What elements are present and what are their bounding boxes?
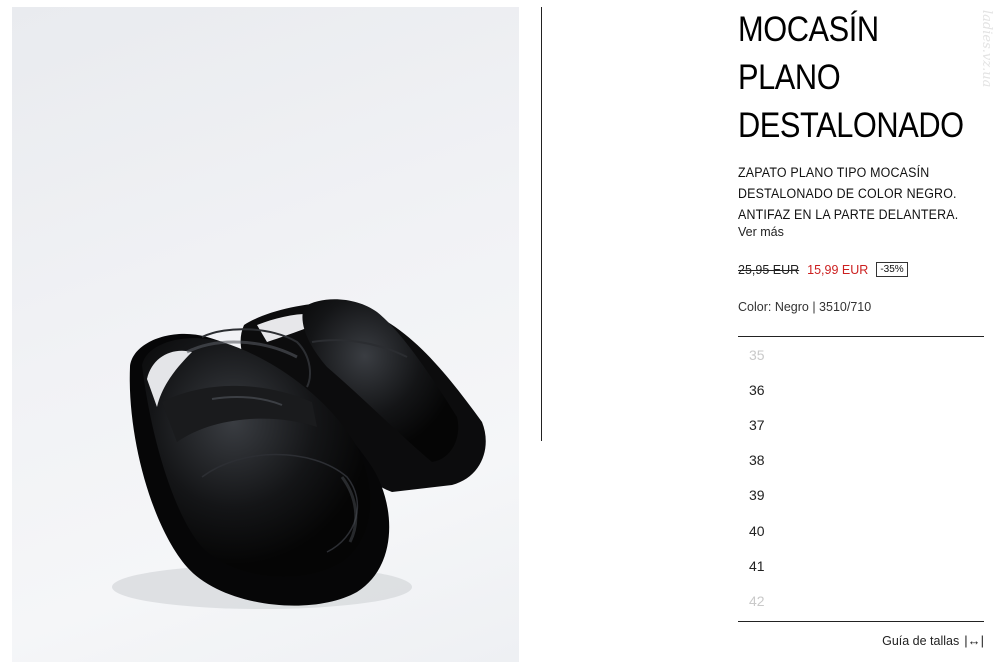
size-option[interactable]: 41 [749,558,765,574]
description-line: ZAPATO PLANO TIPO MOCASÍN [738,165,930,180]
size-selector: 35 36 37 38 39 40 41 42 [738,336,984,622]
description-line: ANTIFAZ EN LA PARTE DELANTERA. [738,207,959,222]
product-photo[interactable] [12,7,519,662]
original-price: 25,95 EUR [738,262,800,277]
discount-badge: -35% [876,262,908,277]
resize-horizontal-icon: |↔| [964,633,984,648]
vertical-divider [541,7,542,441]
color-reference: Color: Negro | 3510/710 [738,300,872,314]
size-guide-label: Guía de tallas [882,633,960,648]
see-more-link[interactable]: Ver más [738,225,784,239]
size-option[interactable]: 35 [749,347,765,363]
product-title-line: MOCASÍN [738,10,879,49]
description-line: DESTALONADO DE COLOR NEGRO. [738,186,957,201]
price-row: 25,95 EUR 15,99 EUR -35% [738,262,908,277]
product-title: MOCASÍN PLANO DESTALONADO [738,6,964,150]
product-title-line: PLANO [738,58,841,97]
product-title-line: DESTALONADO [738,106,964,145]
product-description: ZAPATO PLANO TIPO MOCASÍN DESTALONADO DE… [738,162,968,225]
black-mule-loafers-illustration [112,299,486,609]
size-option[interactable]: 39 [749,487,765,503]
watermark: ladies.vz.ua [979,10,994,88]
size-option[interactable]: 37 [749,417,765,433]
size-option[interactable]: 42 [749,593,765,609]
size-option[interactable]: 40 [749,523,765,539]
sale-price: 15,99 EUR [807,262,869,277]
size-option[interactable]: 36 [749,382,765,398]
size-guide-link[interactable]: Guía de tallas |↔| [882,633,984,648]
size-option[interactable]: 38 [749,452,765,468]
